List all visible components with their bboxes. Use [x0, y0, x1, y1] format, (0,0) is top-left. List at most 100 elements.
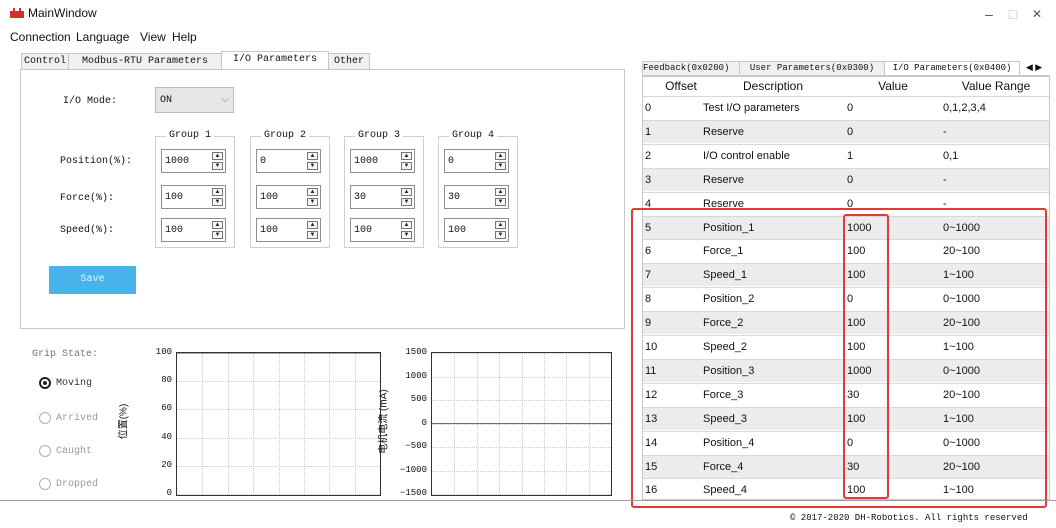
spinbox-value: 30 — [448, 192, 461, 203]
force-group-1-spinbox[interactable]: 100 ▲ ▼ — [161, 185, 226, 209]
y-tick-label: 20 — [161, 459, 172, 470]
table-row[interactable]: 3 Reserve 0 - — [643, 167, 1049, 191]
spin-up-icon[interactable]: ▲ — [212, 188, 223, 196]
spinbox-value: 1000 — [165, 156, 190, 167]
spin-down-icon[interactable]: ▼ — [495, 198, 506, 206]
position-series-line — [177, 353, 380, 354]
radio-moving[interactable] — [39, 377, 51, 389]
spin-up-icon[interactable]: ▲ — [495, 221, 506, 229]
spin-up-icon[interactable]: ▲ — [495, 152, 506, 160]
table-row[interactable]: 1 Reserve 0 - — [643, 119, 1049, 143]
spinbox-value: 100 — [260, 225, 279, 236]
spin-down-icon[interactable]: ▼ — [212, 231, 223, 239]
position-group-3-spinbox[interactable]: 1000 ▲ ▼ — [350, 149, 415, 173]
tab-control[interactable]: Control — [21, 53, 69, 69]
cell-description: Test I/O parameters — [703, 102, 800, 114]
position-group-1-spinbox[interactable]: 1000 ▲ ▼ — [161, 149, 226, 173]
spin-up-icon[interactable]: ▲ — [307, 221, 318, 229]
tab-io-parameters[interactable]: I/O Parameters — [221, 51, 329, 69]
menu-help[interactable]: Help — [172, 30, 197, 44]
io-mode-label: I/O Mode: — [63, 96, 118, 107]
spin-down-icon[interactable]: ▼ — [307, 231, 318, 239]
cell-value-range: 0,1 — [943, 149, 959, 162]
force-group-4-spinbox[interactable]: 30 ▲ ▼ — [444, 185, 509, 209]
speed-group-3-spinbox[interactable]: 100 ▲ ▼ — [350, 218, 415, 242]
tab-other[interactable]: Other — [328, 53, 370, 69]
spin-down-icon[interactable]: ▼ — [401, 162, 412, 170]
y-tick-label: 80 — [161, 375, 172, 386]
spin-up-icon[interactable]: ▲ — [307, 188, 318, 196]
io-mode-value: ON — [160, 95, 173, 106]
divider — [0, 500, 1056, 501]
spinbox-value: 30 — [354, 192, 367, 203]
position-group-2-spinbox[interactable]: 0 ▲ ▼ — [256, 149, 321, 173]
spinbox-value: 100 — [165, 225, 184, 236]
spin-down-icon[interactable]: ▼ — [495, 162, 506, 170]
current-chart-ylabel: 电机电流 (mA) — [378, 389, 390, 454]
cell-value-range: - — [943, 125, 947, 138]
io-mode-select[interactable]: ON ⌵ — [155, 87, 234, 113]
tab-scroll-arrows-icon[interactable]: ◀ ▶ — [1020, 61, 1048, 74]
cell-value: 0 — [847, 102, 854, 114]
spin-up-icon[interactable]: ▲ — [212, 221, 223, 229]
tab-feedback[interactable]: Feedback(0x0200) — [642, 61, 740, 75]
radio-dropped-label: Dropped — [56, 479, 99, 490]
header-value: Value — [878, 79, 908, 93]
force-group-3-spinbox[interactable]: 30 ▲ ▼ — [350, 185, 415, 209]
spinbox-value: 0 — [448, 156, 455, 167]
save-button[interactable]: Save — [49, 266, 136, 294]
cell-value-range: - — [943, 173, 947, 186]
spin-up-icon[interactable]: ▲ — [401, 152, 412, 160]
group-4-title: Group 4 — [449, 130, 498, 141]
y-tick-label: 40 — [161, 431, 172, 442]
close-button[interactable]: ✕ — [1022, 4, 1052, 24]
y-tick-label: 500 — [410, 394, 427, 404]
spin-down-icon[interactable]: ▼ — [212, 162, 223, 170]
speed-group-2-spinbox[interactable]: 100 ▲ ▼ — [256, 218, 321, 242]
spin-down-icon[interactable]: ▼ — [307, 198, 318, 206]
spin-up-icon[interactable]: ▲ — [495, 188, 506, 196]
tab-modbus-rtu-parameters[interactable]: Modbus-RTU Parameters — [68, 53, 222, 69]
header-offset: Offset — [665, 79, 697, 93]
spin-up-icon[interactable]: ▲ — [307, 152, 318, 160]
y-tick-label: 1000 — [405, 370, 427, 381]
speed-group-4-spinbox[interactable]: 100 ▲ ▼ — [444, 218, 509, 242]
app-logo-icon — [10, 8, 24, 18]
radio-dropped[interactable] — [39, 478, 51, 490]
spin-up-icon[interactable]: ▲ — [401, 188, 412, 196]
y-tick-label: 60 — [161, 403, 172, 414]
menu-language[interactable]: Language — [76, 30, 129, 44]
position-group-4-spinbox[interactable]: 0 ▲ ▼ — [444, 149, 509, 173]
radio-arrived[interactable] — [39, 412, 51, 424]
table-row[interactable]: 2 I/O control enable 1 0,1 — [643, 143, 1049, 167]
spinbox-value: 100 — [165, 192, 184, 203]
tab-user-parameters[interactable]: User Parameters(0x0300) — [739, 61, 885, 75]
title-bar: MainWindow – □ ✕ — [0, 0, 1056, 28]
spin-down-icon[interactable]: ▼ — [307, 162, 318, 170]
spin-down-icon[interactable]: ▼ — [212, 198, 223, 206]
radio-caught-label: Caught — [56, 446, 93, 457]
cell-description: Reserve — [703, 125, 744, 138]
tab-io-parameters-0400[interactable]: I/O Parameters(0x0400) — [884, 61, 1020, 75]
chevron-down-icon: ⌵ — [221, 94, 229, 105]
table-row[interactable]: 0 Test I/O parameters 0 0,1,2,3,4 — [643, 96, 1049, 119]
right-tab-bar: Feedback(0x0200) User Parameters(0x0300)… — [642, 61, 1050, 76]
speed-group-1-spinbox[interactable]: 100 ▲ ▼ — [161, 218, 226, 242]
spin-up-icon[interactable]: ▲ — [212, 152, 223, 160]
cell-description: Reserve — [703, 173, 744, 186]
spin-up-icon[interactable]: ▲ — [401, 221, 412, 229]
spin-down-icon[interactable]: ▼ — [495, 231, 506, 239]
radio-arrived-label: Arrived — [56, 413, 99, 424]
menu-connection[interactable]: Connection — [10, 30, 71, 44]
spin-down-icon[interactable]: ▼ — [401, 231, 412, 239]
header-value-range: Value Range — [961, 79, 1031, 93]
cell-offset: 1 — [645, 125, 652, 138]
cell-value-range: 0,1,2,3,4 — [943, 102, 986, 114]
radio-caught[interactable] — [39, 445, 51, 457]
force-group-2-spinbox[interactable]: 100 ▲ ▼ — [256, 185, 321, 209]
group-2-title: Group 2 — [261, 130, 310, 141]
highlight-box-values — [843, 214, 889, 499]
menu-view[interactable]: View — [140, 30, 166, 44]
header-description: Description — [742, 79, 804, 93]
spin-down-icon[interactable]: ▼ — [401, 198, 412, 206]
